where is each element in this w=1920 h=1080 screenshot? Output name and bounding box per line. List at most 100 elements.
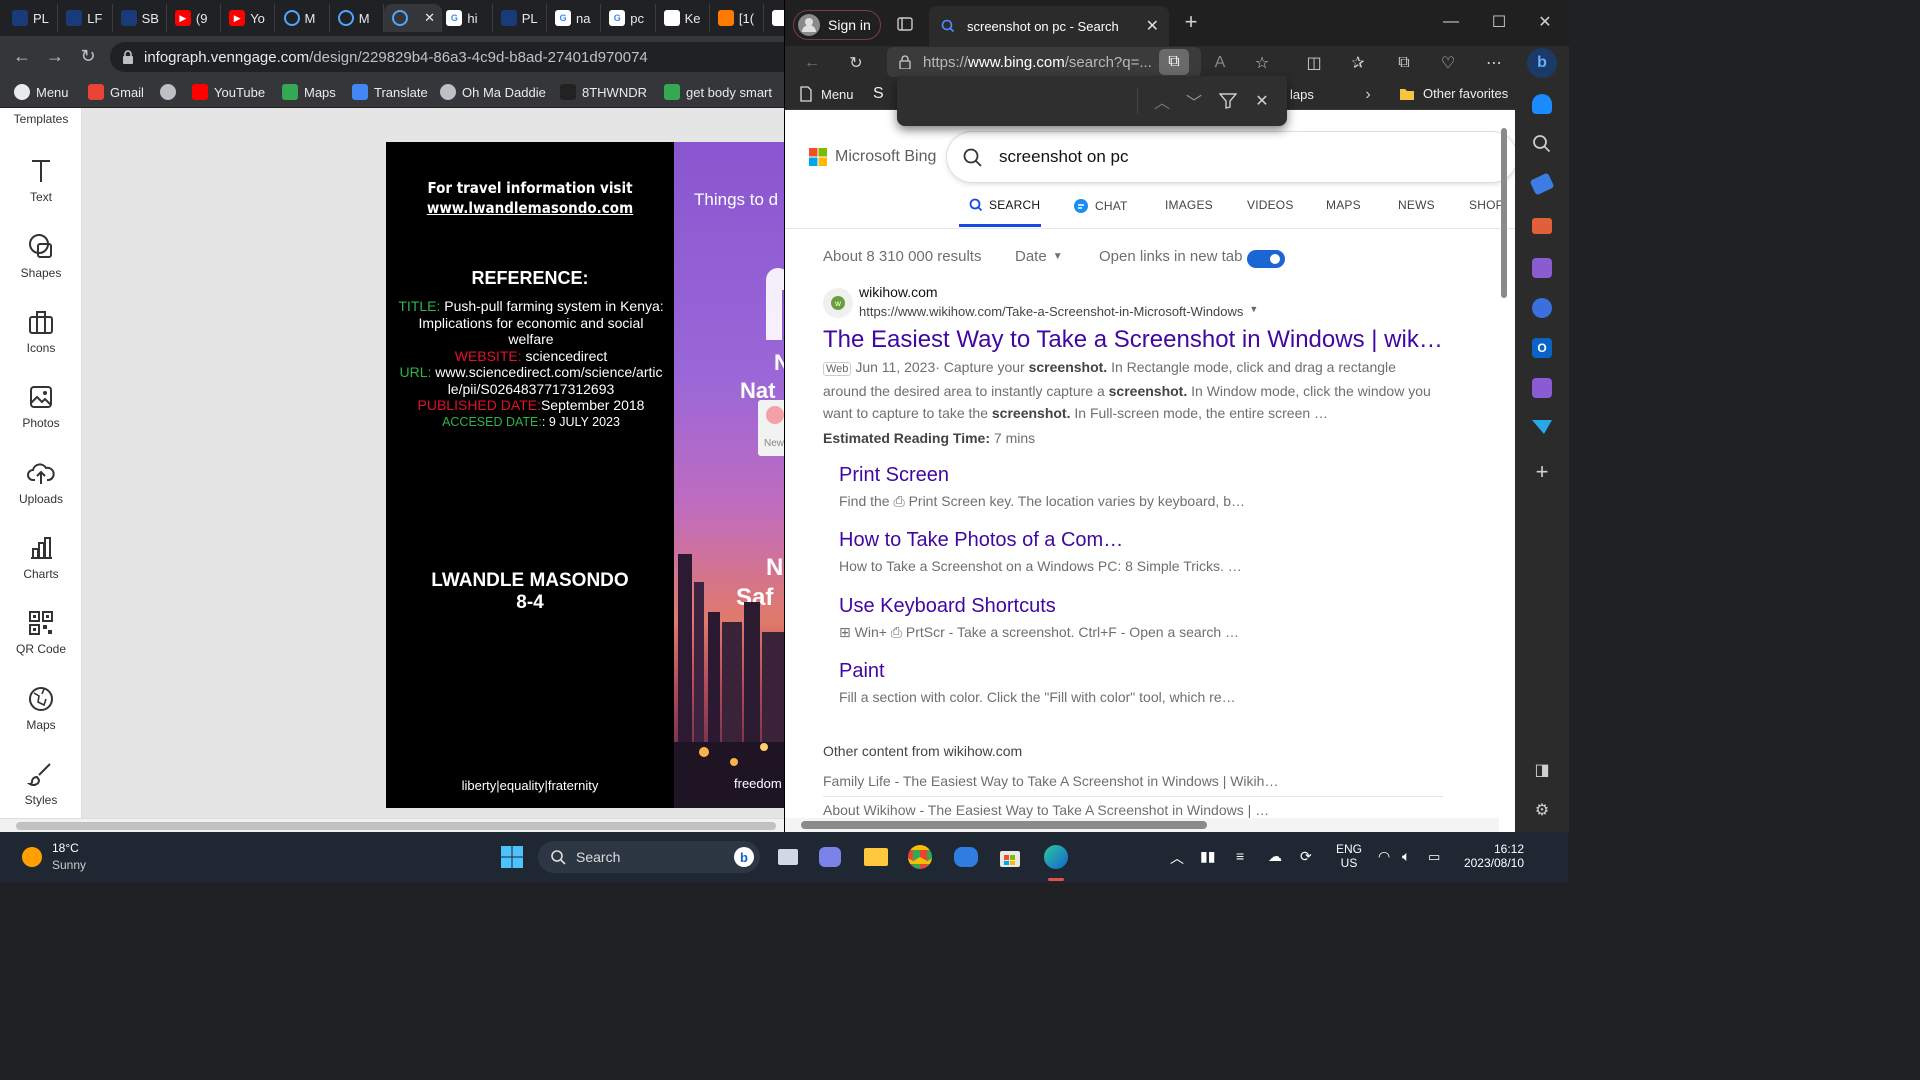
sticky-note[interactable]: New bbox=[758, 400, 784, 456]
tab-news[interactable]: NEWS bbox=[1398, 198, 1435, 212]
close-tab-icon[interactable]: ✕ bbox=[424, 10, 435, 26]
games-icon[interactable] bbox=[1532, 258, 1552, 278]
bookmark-item[interactable]: Menu bbox=[14, 82, 69, 102]
other-content-link[interactable]: Family Life - The Easiest Way to Take A … bbox=[823, 770, 1443, 797]
read-aloud-icon[interactable]: A bbox=[1209, 52, 1231, 74]
sidebar-item-uploads[interactable]: Uploads bbox=[0, 458, 82, 506]
brochure-page-left[interactable]: For travel information visit www.lwandle… bbox=[386, 142, 674, 808]
copy-link-icon[interactable]: ⧉ bbox=[1159, 49, 1189, 75]
forward-arrow-icon[interactable]: → bbox=[43, 44, 67, 68]
bookmark-item[interactable]: Oh Ma Daddie bbox=[440, 82, 546, 102]
back-arrow-icon[interactable]: ← bbox=[801, 52, 823, 74]
date-filter-dropdown[interactable]: Date ▼ bbox=[1015, 248, 1063, 265]
mixer-icon[interactable]: ≡ bbox=[1236, 848, 1244, 864]
battery-icon[interactable]: ▭ bbox=[1428, 849, 1440, 865]
next-match-icon[interactable]: ﹀ bbox=[1183, 90, 1205, 112]
bookmark-item[interactable]: Translate bbox=[352, 82, 428, 102]
microsoft-store-icon[interactable] bbox=[994, 841, 1026, 873]
bing-logo[interactable]: Microsoft Bing bbox=[809, 148, 936, 166]
bookmark-item[interactable]: 8THWNDR bbox=[560, 82, 647, 102]
close-find-icon[interactable]: ✕ bbox=[1251, 90, 1273, 112]
minimize-icon[interactable]: — bbox=[1441, 12, 1461, 32]
refresh-icon[interactable]: ↻ bbox=[845, 52, 867, 74]
canvas-horizontal-scrollbar[interactable] bbox=[0, 818, 784, 832]
sidebar-item-qr-code[interactable]: QR Code bbox=[0, 608, 82, 656]
taskbar-search[interactable]: Search b bbox=[538, 841, 760, 873]
sidebar-item-shapes[interactable]: Shapes bbox=[0, 232, 82, 280]
chrome-tab[interactable]: ▶ Yo bbox=[221, 4, 276, 32]
filter-icon[interactable] bbox=[1219, 93, 1237, 109]
edge-tab-active[interactable]: screenshot on pc - Search ✕ bbox=[929, 6, 1169, 46]
sublink-title[interactable]: Use Keyboard Shortcuts bbox=[839, 595, 1056, 618]
chrome-tab[interactable]: M bbox=[276, 4, 330, 32]
messaging-app-icon[interactable] bbox=[950, 841, 982, 873]
find-input[interactable] bbox=[905, 84, 1133, 118]
sublink-title[interactable]: How to Take Photos of a Com… bbox=[839, 529, 1123, 552]
chrome-icon[interactable] bbox=[904, 841, 936, 873]
sidebar-item-maps[interactable]: Maps bbox=[0, 684, 82, 732]
search-icon[interactable] bbox=[1532, 134, 1552, 154]
sign-in-button[interactable]: Sign in bbox=[793, 10, 881, 40]
chrome-address-bar[interactable]: infograph.venngage.com/design/229829b4-8… bbox=[110, 42, 784, 72]
sidebar-item-photos[interactable]: Photos bbox=[0, 382, 82, 430]
bookmark-item[interactable] bbox=[160, 82, 182, 102]
reference-block[interactable]: TITLE: Push-pull farming system in Kenya… bbox=[398, 298, 664, 430]
chevron-down-icon[interactable]: ▼ bbox=[1249, 304, 1258, 319]
back-arrow-icon[interactable]: ← bbox=[10, 44, 34, 68]
volume-icon[interactable]: 🔈︎ bbox=[1402, 848, 1410, 865]
onedrive-cloud-icon[interactable]: ☁ bbox=[1268, 848, 1282, 865]
tab-chat[interactable]: CHAT bbox=[1073, 198, 1128, 214]
author-block[interactable]: LWANDLE MASONDO 8-4 bbox=[386, 570, 674, 614]
drop-icon[interactable] bbox=[1532, 420, 1552, 434]
chrome-tab[interactable]: iS bbox=[764, 4, 784, 32]
bookmark-item[interactable]: Gmail bbox=[88, 82, 144, 102]
add-favorite-star-icon[interactable]: ☆ bbox=[1251, 52, 1273, 74]
chrome-tab[interactable]: LF bbox=[58, 4, 113, 32]
chrome-tab[interactable]: Gpc bbox=[601, 4, 656, 32]
maximize-icon[interactable]: ☐ bbox=[1489, 12, 1509, 32]
favorite-menu[interactable]: Menu bbox=[799, 86, 854, 102]
sidebar-item-charts[interactable]: Charts bbox=[0, 533, 82, 581]
new-tab-icon[interactable]: + bbox=[1181, 9, 1201, 34]
edge-icon[interactable] bbox=[1040, 841, 1072, 873]
show-hidden-icons-chevron[interactable]: ︿ bbox=[1170, 848, 1184, 868]
chrome-tab[interactable]: PL bbox=[4, 4, 59, 32]
collections-icon[interactable]: ⧉ bbox=[1393, 52, 1415, 74]
file-explorer-icon[interactable] bbox=[860, 841, 892, 873]
settings-gear-icon[interactable]: ⚙ bbox=[1532, 800, 1552, 820]
edge-address-bar[interactable]: https://www.bing.com/search?q=... bbox=[887, 47, 1201, 77]
chrome-tab[interactable]: ▶ (9 bbox=[167, 4, 222, 32]
tab-images[interactable]: IMAGES bbox=[1165, 198, 1213, 212]
chrome-tab[interactable]: PL bbox=[493, 4, 547, 32]
scrollbar-thumb[interactable] bbox=[801, 821, 1207, 829]
open-links-toggle[interactable] bbox=[1247, 250, 1285, 268]
browser-essentials-icon[interactable]: ♡ bbox=[1437, 52, 1459, 74]
bing-copilot-icon[interactable]: b bbox=[1527, 48, 1557, 78]
tools-icon[interactable] bbox=[1532, 218, 1552, 234]
result-site-url[interactable]: https://www.wikihow.com/Take-a-Screensho… bbox=[859, 304, 1258, 319]
designer-icon[interactable] bbox=[1532, 378, 1552, 398]
bookmark-item[interactable]: YouTube bbox=[192, 82, 265, 102]
sync-icon[interactable]: ⟳ bbox=[1300, 848, 1312, 865]
outlook-icon[interactable]: O bbox=[1532, 338, 1552, 358]
result-title-link[interactable]: The Easiest Way to Take a Screenshot in … bbox=[823, 326, 1443, 354]
hide-sidebar-icon[interactable]: ◨ bbox=[1532, 760, 1552, 780]
reload-icon[interactable]: ↻ bbox=[76, 44, 100, 68]
other-favorites[interactable]: Other favorites bbox=[1399, 86, 1508, 101]
travel-info[interactable]: For travel information visit www.lwandle… bbox=[386, 178, 674, 218]
microsoft-365-icon[interactable] bbox=[1532, 298, 1552, 318]
page-vertical-scrollbar[interactable] bbox=[1499, 116, 1511, 816]
tab-videos[interactable]: VIDEOS bbox=[1247, 198, 1294, 212]
notifications-bell-icon[interactable] bbox=[1532, 94, 1552, 114]
task-view-icon[interactable] bbox=[772, 841, 804, 873]
add-sidebar-app-icon[interactable]: + bbox=[1532, 459, 1552, 484]
bing-search-input[interactable]: screenshot on pc bbox=[947, 132, 1515, 182]
shopping-tag-icon[interactable] bbox=[1529, 172, 1555, 196]
start-windows-icon[interactable] bbox=[496, 841, 528, 873]
close-window-icon[interactable]: ✕ bbox=[1535, 12, 1555, 32]
language-indicator[interactable]: ENG US bbox=[1336, 842, 1362, 870]
favorites-icon[interactable]: ✰ bbox=[1347, 52, 1369, 74]
chrome-tab[interactable]: SB bbox=[113, 4, 167, 32]
chrome-tab[interactable]: Ghi bbox=[438, 4, 493, 32]
chevron-right-icon[interactable]: › bbox=[1361, 85, 1375, 105]
